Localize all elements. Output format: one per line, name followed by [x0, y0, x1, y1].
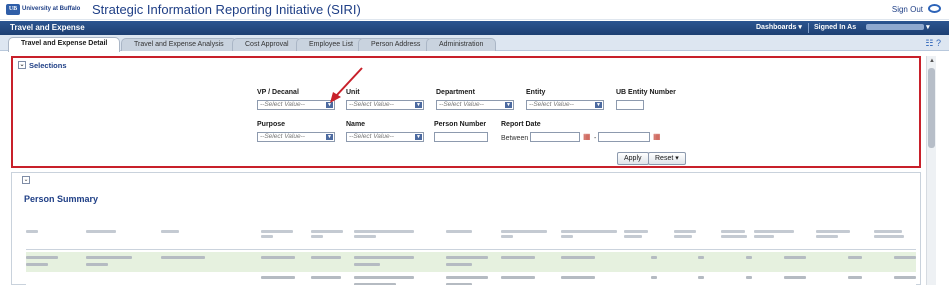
calendar-icon[interactable]: ▦ — [653, 132, 662, 141]
redacted-username — [866, 24, 925, 31]
between-label: Between — [501, 135, 529, 142]
entity-value: --Select Value-- — [529, 101, 574, 108]
sign-out-icon[interactable] — [928, 4, 941, 13]
collapse-icon[interactable]: ⌄ — [22, 176, 30, 184]
column-header[interactable] — [721, 230, 751, 240]
table-header — [26, 228, 916, 250]
tab-administration[interactable]: Administration — [426, 38, 497, 51]
selections-label: Selections — [29, 61, 67, 70]
department-value: --Select Value-- — [439, 101, 484, 108]
dashboards-menu[interactable]: Dashboards ▾ — [756, 23, 802, 31]
tab-bar: Travel and Expense Detail Travel and Exp… — [0, 35, 949, 52]
department-select[interactable]: --Select Value-- ▼ — [436, 100, 514, 110]
column-header[interactable] — [311, 230, 351, 240]
reset-button[interactable]: Reset ▾ — [648, 152, 686, 165]
name-select[interactable]: --Select Value-- ▼ — [346, 132, 424, 142]
column-header[interactable] — [446, 230, 486, 235]
purpose-select[interactable]: --Select Value-- ▼ — [257, 132, 335, 142]
column-header[interactable] — [816, 230, 856, 240]
tab-travel-expense-analysis[interactable]: Travel and Expense Analysis — [121, 38, 237, 51]
selections-panel: ⌄ Selections VP / Decanal --Select Value-… — [11, 56, 921, 168]
name-value: --Select Value-- — [349, 133, 394, 140]
column-header[interactable] — [501, 230, 551, 240]
signed-in-menu[interactable]: Signed In As ▾ — [814, 23, 930, 31]
collapse-icon[interactable]: ⌄ — [18, 61, 26, 69]
calendar-icon[interactable]: ▦ — [583, 132, 592, 141]
column-header[interactable] — [161, 230, 201, 235]
page-options-icon[interactable]: ☷ ? — [925, 38, 941, 49]
ub-logo-mark: UB — [6, 4, 20, 15]
chevron-down-icon[interactable]: ▼ — [595, 102, 602, 108]
table-row[interactable] — [26, 252, 916, 272]
vp-decanal-value: --Select Value-- — [260, 101, 305, 108]
ub-entity-number-input[interactable] — [616, 100, 644, 110]
help-icon[interactable]: ? — [936, 38, 941, 48]
vp-decanal-label: VP / Decanal — [257, 89, 299, 96]
vertical-scrollbar[interactable]: ▲ — [926, 56, 936, 285]
app-title: Strategic Information Reporting Initiati… — [92, 2, 361, 17]
tab-employee-list[interactable]: Employee List — [296, 38, 366, 51]
department-label: Department — [436, 89, 475, 96]
ub-entity-number-label: UB Entity Number — [616, 89, 676, 96]
dashboard-bar: Travel and Expense Dashboards ▾ Signed I… — [0, 21, 949, 35]
person-summary-panel: ⌄ Person Summary — [11, 172, 921, 285]
tab-cost-approval[interactable]: Cost Approval — [232, 38, 302, 51]
signed-in-label: Signed In As — [814, 24, 857, 31]
tab-travel-expense-detail[interactable]: Travel and Expense Detail — [8, 37, 121, 52]
column-header[interactable] — [754, 230, 804, 240]
scroll-up-icon[interactable]: ▲ — [929, 58, 935, 64]
column-header[interactable] — [354, 230, 424, 240]
column-header[interactable] — [86, 230, 146, 235]
university-logo[interactable]: UB University at Buffalo — [6, 4, 82, 16]
chevron-down-icon[interactable]: ▼ — [415, 134, 422, 140]
chevron-down-icon[interactable]: ▼ — [326, 134, 333, 140]
column-header[interactable] — [561, 230, 621, 240]
person-summary-title: Person Summary — [24, 194, 99, 204]
purpose-value: --Select Value-- — [260, 133, 305, 140]
purpose-label: Purpose — [257, 121, 286, 128]
chevron-down-icon[interactable]: ▼ — [415, 102, 422, 108]
person-number-label: Person Number — [434, 121, 487, 128]
column-header[interactable] — [624, 230, 654, 240]
selections-title[interactable]: ⌄ Selections — [18, 61, 67, 70]
report-date-start-input[interactable] — [530, 132, 580, 142]
date-separator: - — [594, 135, 597, 142]
chevron-down-icon: ▾ — [926, 24, 930, 31]
top-header: UB University at Buffalo Strategic Infor… — [0, 0, 949, 20]
chevron-down-icon[interactable]: ▼ — [505, 102, 512, 108]
report-date-label: Report Date — [501, 121, 541, 128]
name-label: Name — [346, 121, 366, 128]
scroll-thumb[interactable] — [928, 68, 935, 148]
entity-select[interactable]: --Select Value-- ▼ — [526, 100, 604, 110]
report-date-end-input[interactable] — [598, 132, 650, 142]
annotation-arrow — [330, 67, 363, 103]
apply-button[interactable]: Apply — [617, 152, 649, 165]
dashboard-title: Travel and Expense — [10, 23, 85, 32]
column-header[interactable] — [674, 230, 704, 240]
sign-out-link[interactable]: Sign Out — [892, 5, 923, 14]
menu-divider — [808, 23, 809, 33]
entity-label: Entity — [526, 89, 546, 96]
logo-text: University at Buffalo — [22, 6, 81, 12]
person-number-input[interactable] — [434, 132, 488, 142]
column-header[interactable] — [874, 230, 914, 240]
column-header[interactable] — [261, 230, 301, 240]
tab-person-address[interactable]: Person Address — [358, 38, 434, 51]
column-header[interactable] — [26, 230, 66, 235]
table-row[interactable] — [26, 272, 916, 285]
